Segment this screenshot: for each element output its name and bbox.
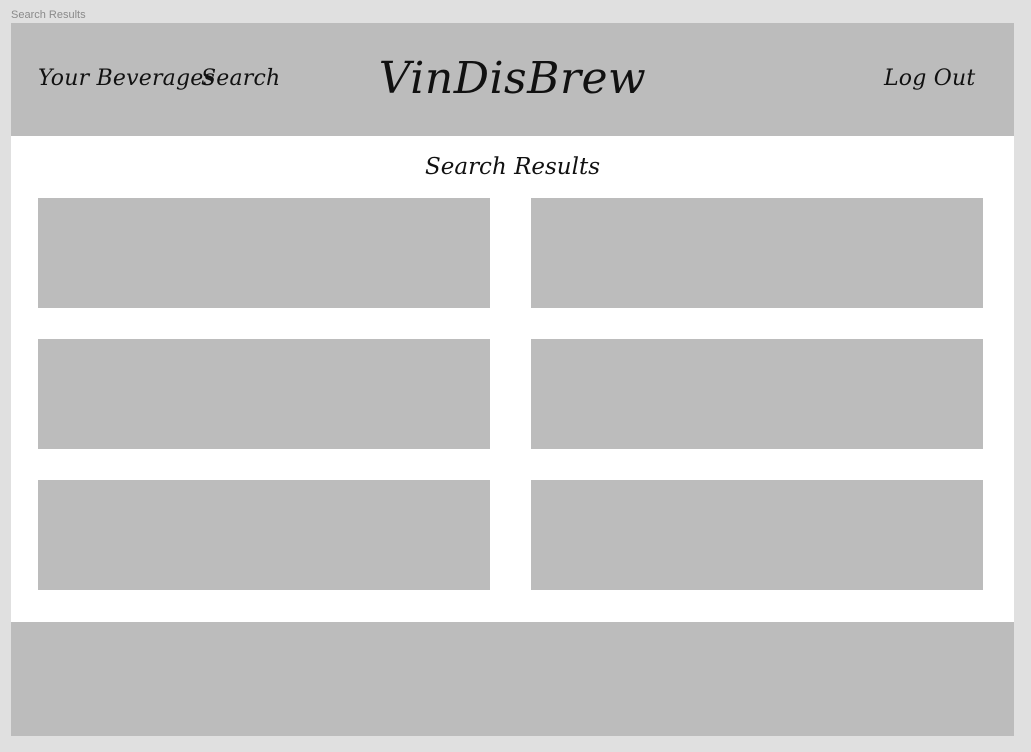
- result-card[interactable]: [531, 198, 983, 308]
- site-header: Your Beverages Search VinDisBrew Log Out: [11, 23, 1014, 136]
- site-logo[interactable]: VinDisBrew: [11, 53, 1014, 105]
- result-card[interactable]: [38, 198, 490, 308]
- log-out-button[interactable]: Log Out: [884, 64, 975, 94]
- frame-label: Search Results: [11, 9, 86, 21]
- search-results-grid: [38, 198, 983, 590]
- result-card[interactable]: [38, 339, 490, 449]
- page-frame: Your Beverages Search VinDisBrew Log Out…: [11, 23, 1014, 736]
- result-card[interactable]: [531, 480, 983, 590]
- page-title: Search Results: [424, 154, 601, 180]
- site-footer: [11, 622, 1014, 736]
- result-card[interactable]: [531, 339, 983, 449]
- result-card[interactable]: [38, 480, 490, 590]
